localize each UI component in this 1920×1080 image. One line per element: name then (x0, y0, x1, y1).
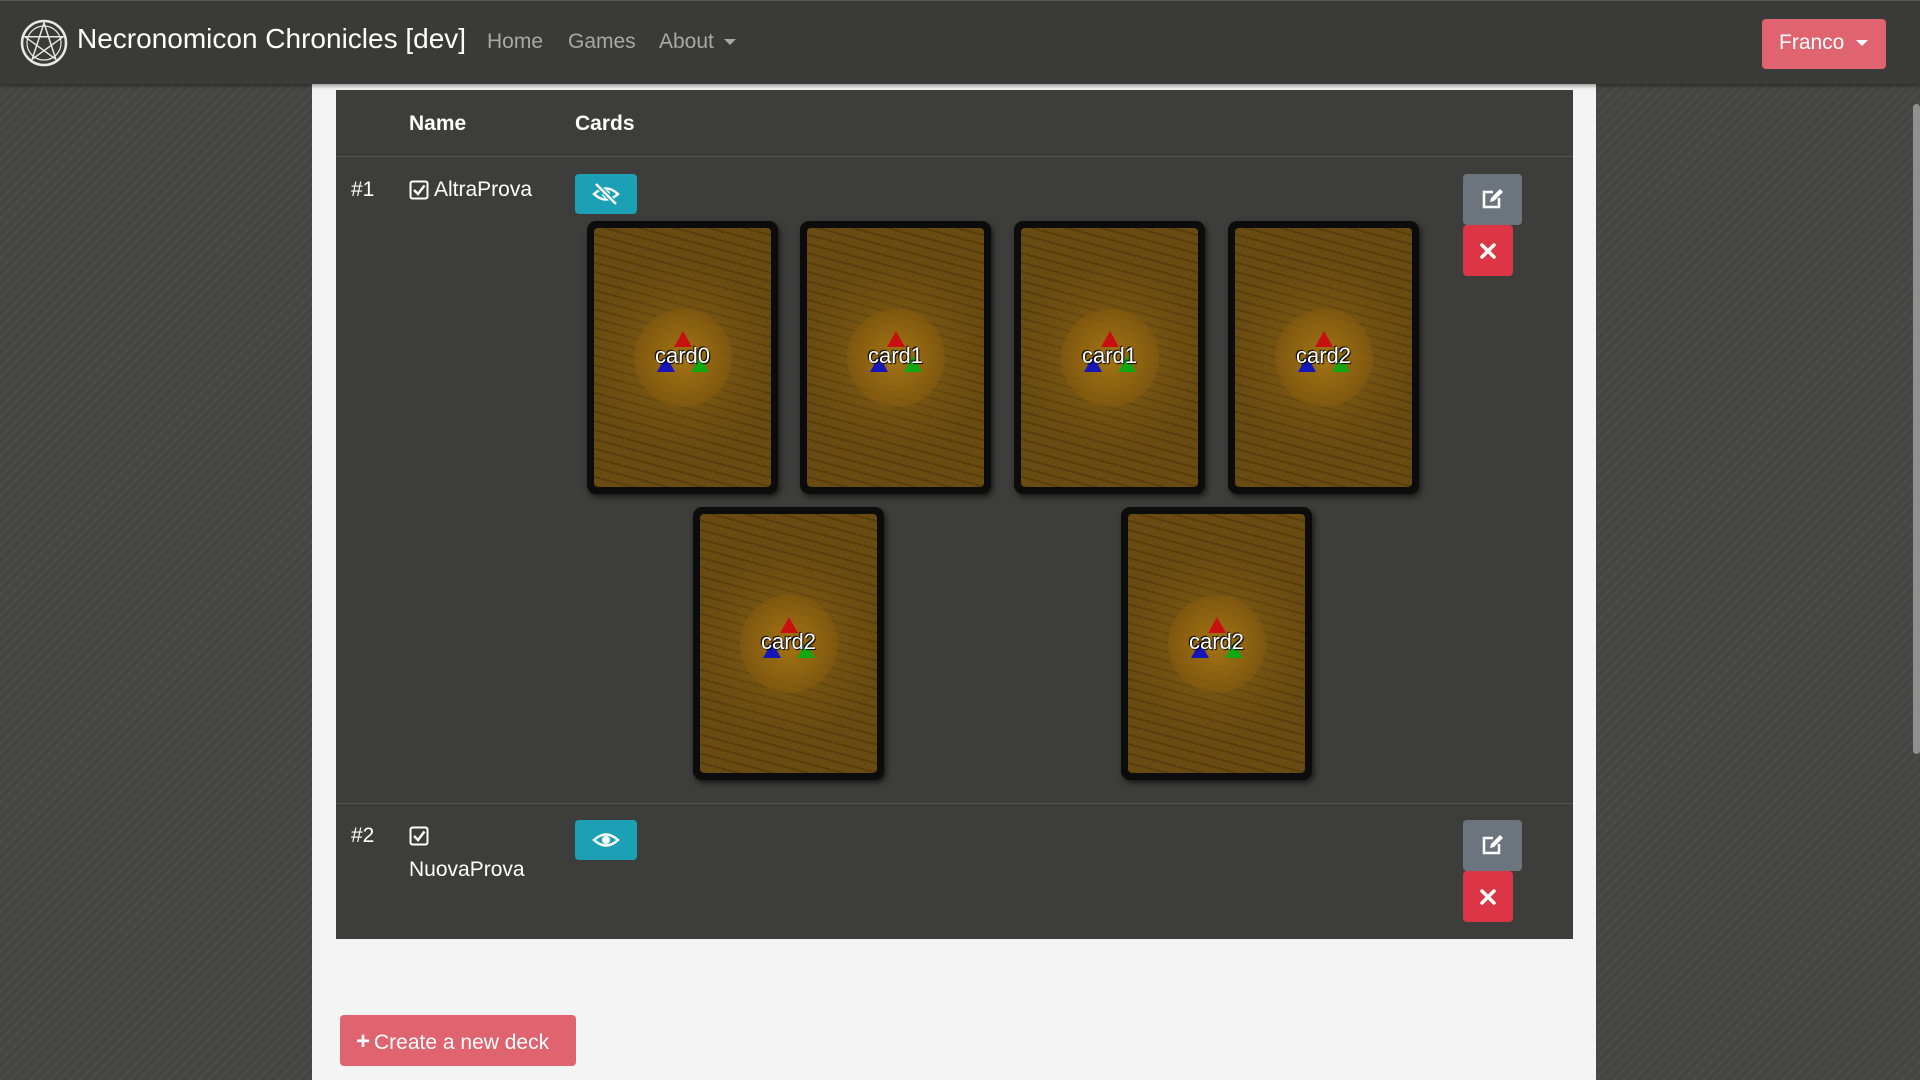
card-back-face: card0 (594, 228, 771, 487)
chevron-down-icon (723, 39, 736, 46)
row-number: #2 (351, 824, 375, 847)
edit-deck-button[interactable] (1463, 820, 1522, 871)
eye-slash-icon (592, 182, 620, 206)
card-back-face: card2 (1235, 228, 1412, 487)
nav-home-link[interactable]: Home (487, 30, 543, 54)
deck-name: NuovaProva (409, 858, 525, 881)
card-name: card2 (1188, 628, 1245, 654)
user-menu-button[interactable]: Franco (1762, 19, 1886, 69)
header-divider (336, 156, 1573, 157)
checkbox-checked-icon[interactable] (409, 180, 429, 200)
decks-table (336, 90, 1573, 939)
scrollbar[interactable] (1913, 104, 1920, 754)
row-number: #1 (351, 178, 375, 201)
create-deck-button[interactable]: + Create a new deck (340, 1015, 576, 1066)
show-cards-button[interactable] (575, 820, 637, 860)
card-name: card1 (1081, 342, 1138, 368)
card-name: card1 (867, 342, 924, 368)
nav-about-label: About (659, 30, 714, 53)
row-divider (336, 803, 1573, 804)
close-icon (1480, 243, 1496, 259)
eye-icon (592, 833, 620, 847)
card[interactable]: card2 (693, 507, 884, 780)
card-back-face: card2 (1128, 514, 1305, 773)
card[interactable]: card2 (1228, 221, 1419, 494)
hide-cards-button[interactable] (575, 174, 637, 214)
create-deck-label: Create a new deck (374, 1031, 550, 1054)
nav-games-link[interactable]: Games (568, 30, 636, 54)
navbar: Necronomicon Chronicles [dev] Home Games… (0, 0, 1920, 84)
plus-icon: + (356, 1028, 371, 1055)
checkbox-checked-icon[interactable] (409, 826, 429, 846)
deck-name: AltraProva (434, 178, 533, 201)
card-name: card2 (760, 628, 817, 654)
user-menu-label: Franco (1779, 31, 1845, 54)
column-header-cards: Cards (575, 112, 635, 135)
card[interactable]: card2 (1121, 507, 1312, 780)
card[interactable]: card1 (800, 221, 991, 494)
card-name: card2 (1295, 342, 1352, 368)
column-header-name: Name (409, 112, 467, 135)
chevron-down-icon (1856, 40, 1869, 47)
brand-title[interactable]: Necronomicon Chronicles [dev] (77, 23, 466, 55)
pentagram-logo-icon[interactable] (20, 19, 68, 67)
edit-deck-button[interactable] (1463, 174, 1522, 225)
delete-deck-button[interactable] (1463, 225, 1513, 276)
edit-icon (1482, 835, 1503, 855)
card-back-face: card1 (807, 228, 984, 487)
card-back-face: card1 (1021, 228, 1198, 487)
nav-about-dropdown[interactable]: About (659, 30, 736, 54)
delete-deck-button[interactable] (1463, 871, 1513, 922)
card-name: card0 (654, 342, 711, 368)
card-back-face: card2 (700, 514, 877, 773)
close-icon (1480, 889, 1496, 905)
edit-icon (1482, 189, 1503, 209)
card[interactable]: card0 (587, 221, 778, 494)
card[interactable]: card1 (1014, 221, 1205, 494)
